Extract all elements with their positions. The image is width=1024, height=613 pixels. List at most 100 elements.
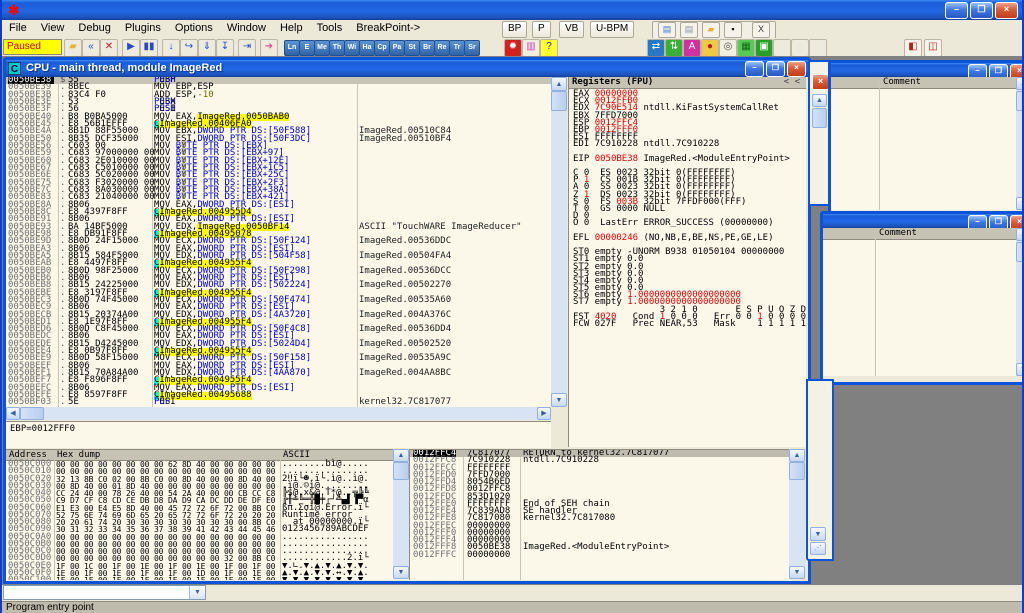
letter-a-icon[interactable]: A: [683, 39, 701, 57]
scroll-left-button[interactable]: ◀: [6, 407, 20, 420]
main-titlebar[interactable]: ✱ –❐×: [2, 0, 1022, 20]
comment-window-titlebar[interactable]: –❐×: [831, 63, 1024, 77]
view-button-ln[interactable]: Ln: [284, 40, 300, 56]
plugin-button-bp[interactable]: BP: [502, 21, 527, 38]
minimize-button[interactable]: –: [945, 2, 968, 19]
scroll-down-button[interactable]: ▼: [1016, 197, 1024, 210]
disasm-row[interactable]: 0050BE3E.53PUSH EBX: [6, 99, 551, 106]
stack-vscrollbar[interactable]: ▲ ▼: [789, 449, 805, 579]
spiral-icon[interactable]: ◎: [719, 39, 737, 57]
goto-address-icon[interactable]: ➜: [260, 39, 278, 57]
scroll-thumb[interactable]: [393, 462, 409, 480]
scroll-thumb[interactable]: [812, 108, 827, 128]
plugin-button-vb[interactable]: VB: [559, 21, 584, 38]
scroll-up-button[interactable]: ▲: [393, 449, 409, 462]
scroll-thumb[interactable]: [20, 407, 44, 420]
view-button-tr[interactable]: Tr: [449, 40, 465, 56]
layout-split-icon[interactable]: ◫: [924, 39, 942, 57]
view-button-cp[interactable]: Cp: [374, 40, 390, 56]
scroll-down-button[interactable]: ▼: [551, 393, 567, 407]
registers-pane[interactable]: Registers (FPU) < < EAX 00000000ECX 0012…: [568, 77, 806, 447]
menu-window[interactable]: Window: [220, 20, 273, 34]
execute-till-return-icon[interactable]: ⇥: [238, 39, 256, 57]
appearance-icon[interactable]: ▥: [522, 39, 540, 57]
restart-icon[interactable]: «: [82, 39, 100, 57]
step-over-icon[interactable]: ↪: [180, 39, 198, 57]
view-button-sr[interactable]: Sr: [464, 40, 480, 56]
stack-pane[interactable]: 0012FFC47C817077RETURN to kernel32.7C817…: [409, 449, 790, 580]
run-icon[interactable]: ▶: [122, 39, 140, 57]
restore-button[interactable]: ❐: [766, 61, 785, 77]
minimize-button[interactable]: –: [745, 61, 764, 77]
restore-button[interactable]: ❐: [970, 2, 993, 19]
menu-help[interactable]: Help: [273, 20, 310, 34]
scroll-down-button[interactable]: ▼: [810, 527, 826, 541]
notepad-icon[interactable]: ▤: [658, 22, 676, 38]
command-combobox[interactable]: ▼: [3, 585, 206, 600]
menu-breakpoint[interactable]: BreakPoint->: [349, 20, 427, 34]
close-icon[interactable]: ×: [812, 74, 829, 90]
close-program-icon[interactable]: ✕: [100, 39, 118, 57]
disassembly-hscrollbar[interactable]: ◀ ▶: [6, 407, 551, 420]
close-toolbar-button[interactable]: X: [752, 22, 770, 38]
combo-dropdown-button[interactable]: ▼: [189, 586, 205, 599]
dump-pane[interactable]: Address Hex dump ASCII 0050C00000 00 00 …: [6, 449, 409, 580]
close-button[interactable]: ×: [995, 2, 1018, 19]
view-button-wi[interactable]: Wi: [344, 40, 360, 56]
keypad-icon[interactable]: ▦: [737, 39, 755, 57]
scroll-up-button[interactable]: ▲: [812, 94, 827, 107]
plugin-button-u-bpm[interactable]: U-BPM: [590, 21, 634, 38]
layout-panes-icon[interactable]: ◧: [904, 39, 922, 57]
animate-into-icon[interactable]: ⇓: [198, 39, 216, 57]
scroll-down-button[interactable]: ▼: [393, 566, 409, 579]
scroll-down-button[interactable]: ▼: [789, 566, 805, 579]
view-button-th[interactable]: Th: [329, 40, 345, 56]
scroll-up-button[interactable]: ▲: [789, 449, 805, 462]
close-button[interactable]: ×: [787, 61, 806, 77]
register-row[interactable]: T 0 GS 0000 NULL: [573, 206, 806, 213]
plugin-button-p[interactable]: P: [532, 21, 551, 38]
scroll-up-button[interactable]: ▲: [1016, 228, 1024, 241]
menu-debug[interactable]: Debug: [71, 20, 117, 34]
pause-icon[interactable]: ▮▮: [140, 39, 158, 57]
pane-nav-arrows[interactable]: < <: [784, 77, 800, 88]
menu-plugins[interactable]: Plugins: [118, 20, 168, 34]
menu-options[interactable]: Options: [168, 20, 220, 34]
comment-vscrollbar[interactable]: ▲ ▼: [1016, 77, 1024, 210]
scroll-thumb[interactable]: [1016, 242, 1024, 262]
scroll-up-button[interactable]: ▲: [551, 77, 567, 91]
comment-window-titlebar[interactable]: –❐×: [823, 214, 1024, 228]
register-row[interactable]: EDI 7C910228 ntdll.7C910228: [573, 141, 806, 148]
scroll-thumb[interactable]: [1016, 91, 1024, 111]
menu-tools[interactable]: Tools: [310, 20, 350, 34]
dump-vscrollbar[interactable]: ▲ ▼: [393, 449, 409, 579]
register-row[interactable]: EFL 00000246 (NO,NB,E,BE,NS,PE,GE,LE): [573, 235, 806, 242]
scroll-thumb[interactable]: [551, 91, 567, 111]
menu-view[interactable]: View: [34, 20, 72, 34]
disassembly-vscrollbar[interactable]: ▲ ▼: [551, 77, 567, 407]
stack-row[interactable]: 0012FFFC00000000: [410, 552, 790, 559]
scroll-down-button[interactable]: ▼: [1016, 363, 1024, 376]
disasm-row[interactable]: 0050BF03.5EPOP ESIkernel32.7C817077: [6, 399, 551, 406]
scroll-thumb[interactable]: [789, 462, 805, 480]
scroll-right-button[interactable]: ▶: [537, 407, 551, 420]
view-button-ha[interactable]: Ha: [359, 40, 375, 56]
resize-grip[interactable]: ⋰: [810, 542, 826, 555]
console-icon[interactable]: ▪: [724, 22, 742, 38]
view-button-st[interactable]: St: [404, 40, 420, 56]
screen-icon[interactable]: ▣: [755, 39, 773, 57]
record-icon[interactable]: ●: [701, 39, 719, 57]
register-row[interactable]: FCW 027F Prec NEAR,53 Mask 1 1 1 1 1 1: [573, 321, 806, 328]
disassembly-pane[interactable]: 0050BE38$55PUSH EBP0050BE39.8BECMOV EBP,…: [6, 77, 551, 407]
open-folder-icon[interactable]: ▰: [702, 22, 720, 38]
cpu-titlebar[interactable]: C CPU - main thread, module ImageRed –❐×: [6, 60, 808, 77]
menu-file[interactable]: File: [2, 20, 34, 34]
sync-arrows-icon[interactable]: ⇄: [647, 39, 665, 57]
register-row[interactable]: O 0 LastErr ERROR_SUCCESS (00000000): [573, 220, 806, 227]
scroll-up-button[interactable]: ▲: [1016, 77, 1024, 90]
comment-vscrollbar[interactable]: ▲ ▼: [1016, 228, 1024, 376]
register-row[interactable]: EIP 0050BE38 ImageRed.<ModuleEntryPoint>: [573, 156, 806, 163]
view-button-e[interactable]: E: [299, 40, 315, 56]
view-button-re[interactable]: Re: [434, 40, 450, 56]
animate-over-icon[interactable]: ↧: [216, 39, 234, 57]
